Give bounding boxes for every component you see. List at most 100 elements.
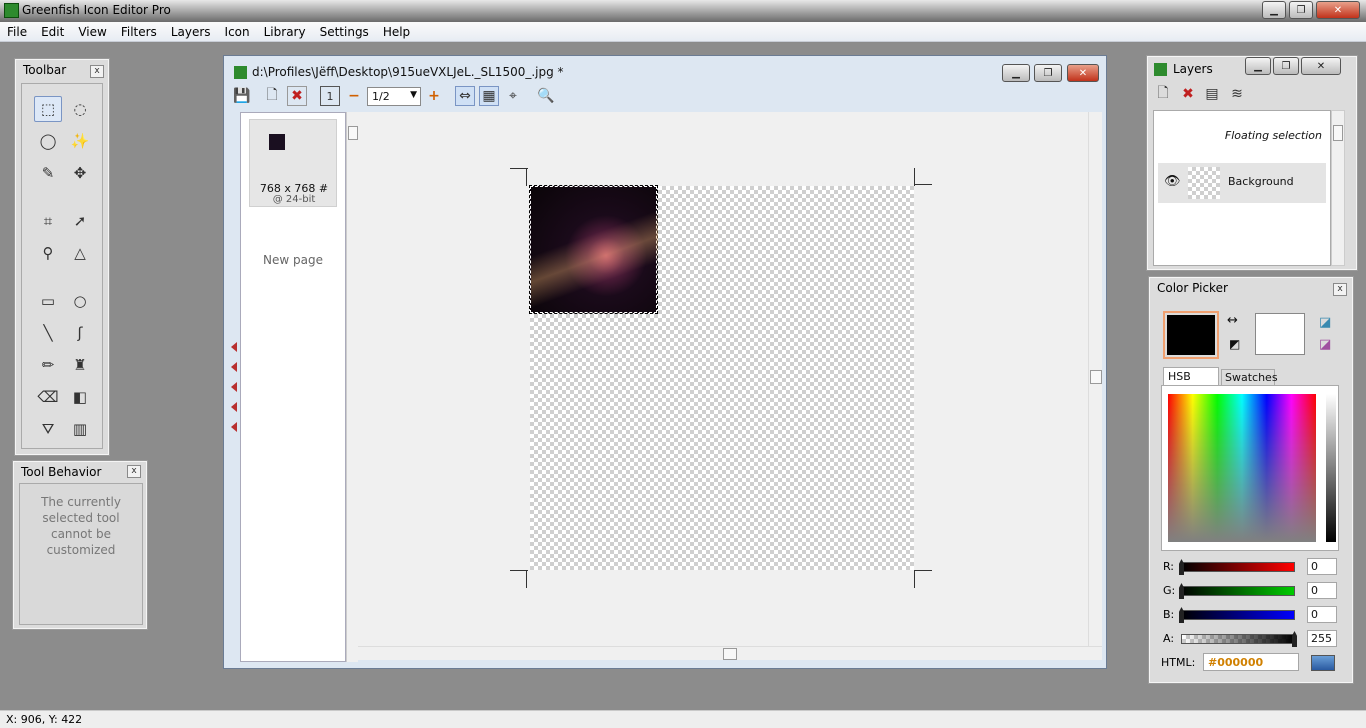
layer-background[interactable]: 👁 Background xyxy=(1158,163,1326,203)
menu-library[interactable]: Library xyxy=(257,25,313,39)
page-list: 768 x 768 # @ 24-bit New page xyxy=(240,112,346,662)
toolbar-panel: Toolbar x ⬚ ◌ ◯ ✨ ✎ ✥ ⌗ ➚ ⚲ △ ▭ ○ ╲ ʃ ✏ … xyxy=(14,58,110,456)
menu-file[interactable]: File xyxy=(0,25,34,39)
menu-icon[interactable]: Icon xyxy=(218,25,257,39)
new-page-icon[interactable]: 🗋 xyxy=(262,86,282,106)
alpha-slider[interactable] xyxy=(1181,631,1297,647)
canvas-horizontal-scrollbar[interactable] xyxy=(358,646,1102,660)
delete-page-icon[interactable]: ✖ xyxy=(287,86,307,106)
reset-colors-icon[interactable]: ◩ xyxy=(1229,337,1240,351)
pointer-icon[interactable]: ➚ xyxy=(66,208,94,234)
red-slider[interactable] xyxy=(1179,559,1295,575)
canvas-area[interactable] xyxy=(358,112,1088,646)
color-picker-close-button[interactable]: x xyxy=(1333,283,1347,296)
windows-color-dialog-icon[interactable] xyxy=(1311,655,1335,671)
canvas-h-scroll-thumb[interactable] xyxy=(723,648,737,660)
gradient-icon[interactable]: ▥ xyxy=(66,416,94,442)
zoom-out-icon[interactable]: − xyxy=(344,86,364,106)
tab-hsb-map[interactable]: HSB Map xyxy=(1163,367,1219,396)
magic-wand-icon[interactable]: ✨ xyxy=(66,128,94,154)
layer-floating-selection[interactable]: Floating selection xyxy=(1158,121,1326,153)
fill-bucket-icon[interactable]: ⛛ xyxy=(34,416,62,442)
merge-layers-icon[interactable]: ≋ xyxy=(1227,84,1247,104)
layers-scroll-thumb[interactable] xyxy=(1333,125,1343,141)
close-button[interactable]: ✕ xyxy=(1316,1,1360,19)
toolbar-panel-close-button[interactable]: x xyxy=(90,65,104,78)
lasso-icon[interactable]: ◯ xyxy=(34,128,62,154)
layers-panel-title: Layers xyxy=(1173,62,1213,76)
doc-minimize-button[interactable]: ▁ xyxy=(1002,64,1030,82)
pasted-image[interactable] xyxy=(529,185,658,314)
green-input[interactable]: 0 xyxy=(1307,582,1337,599)
grid-icon[interactable]: ▦ xyxy=(479,86,499,106)
move-icon[interactable]: ✥ xyxy=(66,160,94,186)
center-lines-icon[interactable]: ⌖ xyxy=(503,86,523,106)
layers-close-button[interactable]: ✕ xyxy=(1301,57,1341,75)
menu-edit[interactable]: Edit xyxy=(34,25,71,39)
canvas-vertical-scrollbar[interactable] xyxy=(1088,112,1102,646)
tool-behavior-close-button[interactable]: x xyxy=(127,465,141,478)
layers-maximize-button[interactable]: ❐ xyxy=(1273,57,1299,75)
blue-slider[interactable] xyxy=(1179,607,1295,623)
actual-size-icon[interactable]: 1 xyxy=(320,86,340,106)
new-page-link[interactable]: New page xyxy=(241,253,345,267)
blue-slider-thumb[interactable] xyxy=(1179,607,1184,623)
brightness-bar[interactable] xyxy=(1326,394,1336,542)
pencil-icon[interactable]: ✏ xyxy=(34,352,62,378)
brush-icon[interactable]: ♜ xyxy=(66,352,94,378)
color-picker-icon[interactable]: ⚲ xyxy=(34,240,62,266)
eye-icon[interactable]: 👁 xyxy=(1164,174,1181,189)
alpha-slider-thumb[interactable] xyxy=(1292,631,1297,647)
eraser-icon[interactable]: ⌫ xyxy=(34,384,62,410)
new-layer-icon[interactable]: 🗋 xyxy=(1153,84,1173,104)
delete-layer-icon[interactable]: ✖ xyxy=(1178,84,1198,104)
doc-close-button[interactable]: ✕ xyxy=(1067,64,1099,82)
canvas-v-scroll-thumb[interactable] xyxy=(1090,370,1102,384)
transparent-color-icon[interactable]: ◪ xyxy=(1319,315,1331,330)
alpha-input[interactable]: 255 xyxy=(1307,630,1337,647)
menu-help[interactable]: Help xyxy=(376,25,417,39)
ellipse-select-icon[interactable]: ◌ xyxy=(66,96,94,122)
page-list-scrollbar[interactable] xyxy=(346,112,358,662)
magnifier-icon[interactable]: 🔍 xyxy=(536,86,556,106)
red-input[interactable]: 0 xyxy=(1307,558,1337,575)
secondary-color-swatch[interactable] xyxy=(1255,313,1305,355)
line-icon[interactable]: ╲ xyxy=(34,320,62,346)
menu-view[interactable]: View xyxy=(71,25,113,39)
crop-icon[interactable]: ⌗ xyxy=(34,208,62,234)
zoom-select[interactable]: 1/2 ▼ xyxy=(367,87,421,106)
page-thumbnail-item[interactable]: 768 x 768 # @ 24-bit xyxy=(249,119,337,207)
document-icon xyxy=(234,66,247,79)
maximize-button[interactable]: ❐ xyxy=(1289,1,1313,19)
layers-scrollbar[interactable] xyxy=(1331,110,1345,266)
green-slider[interactable] xyxy=(1179,583,1295,599)
doc-maximize-button[interactable]: ❐ xyxy=(1034,64,1062,82)
red-slider-thumb[interactable] xyxy=(1179,559,1184,575)
save-icon[interactable]: 💾 xyxy=(232,86,252,106)
minimize-button[interactable]: ▁ xyxy=(1262,1,1286,19)
canvas-corner-br-h xyxy=(914,570,932,571)
layers-minimize-button[interactable]: ▁ xyxy=(1245,57,1271,75)
page-list-scroll-thumb[interactable] xyxy=(348,126,358,140)
curve-icon[interactable]: ʃ xyxy=(66,320,94,346)
layer-properties-icon[interactable]: ▤ xyxy=(1202,84,1222,104)
blue-input[interactable]: 0 xyxy=(1307,606,1337,623)
menu-settings[interactable]: Settings xyxy=(313,25,376,39)
selection-brush-icon[interactable]: ✎ xyxy=(34,160,62,186)
inverted-color-icon[interactable]: ◪ xyxy=(1319,337,1331,352)
swap-colors-icon[interactable]: ↔ xyxy=(1227,313,1238,328)
ellipse-icon[interactable]: ○ xyxy=(66,288,94,314)
rectangle-select-icon[interactable]: ⬚ xyxy=(34,96,62,122)
fit-width-icon[interactable]: ⇔ xyxy=(455,86,475,106)
tab-swatches[interactable]: Swatches xyxy=(1221,369,1278,385)
menu-layers[interactable]: Layers xyxy=(164,25,218,39)
shapes-icon[interactable]: △ xyxy=(66,240,94,266)
clone-stamp-icon[interactable]: ◧ xyxy=(66,384,94,410)
hue-saturation-map[interactable] xyxy=(1168,394,1316,542)
rectangle-icon[interactable]: ▭ xyxy=(34,288,62,314)
zoom-in-icon[interactable]: + xyxy=(424,86,444,106)
green-slider-thumb[interactable] xyxy=(1179,583,1184,599)
menu-filters[interactable]: Filters xyxy=(114,25,164,39)
primary-color-swatch[interactable] xyxy=(1163,311,1219,359)
html-color-input[interactable]: #000000 xyxy=(1203,653,1299,671)
